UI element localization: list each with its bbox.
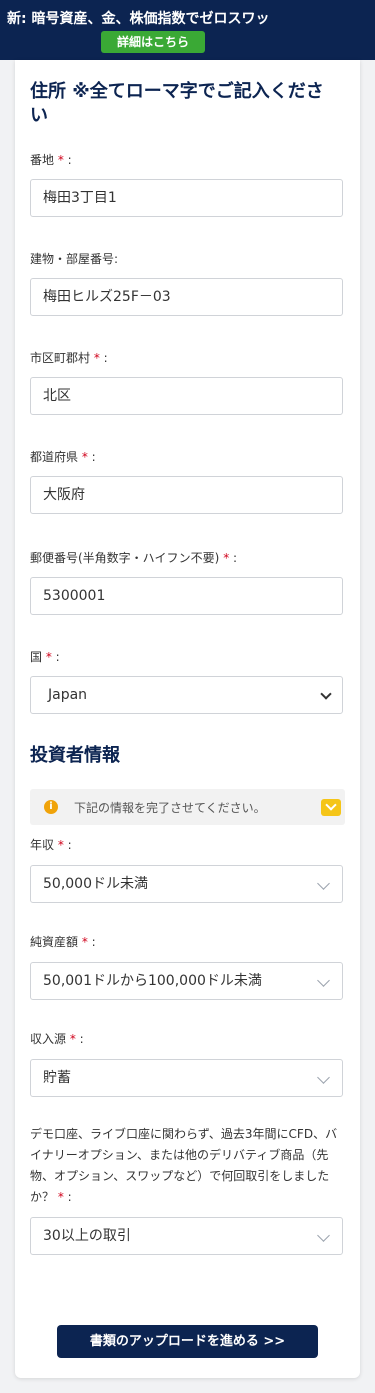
income-label-text: 年収 xyxy=(30,838,55,852)
income-select-value: 50,000ドル未満 xyxy=(43,876,148,892)
net-worth-select[interactable]: 50,001ドルから100,000ドル未満 xyxy=(30,962,343,1000)
form-card: 住所 ※全てローマ字でご記入ください 番地 * : 梅田3丁目1 建物・部屋番号… xyxy=(15,60,360,1378)
banner-text: 新: 暗号資産、金、株価指数でゼロスワッ xyxy=(7,8,375,28)
income-source-select-value: 貯蓄 xyxy=(43,1070,71,1086)
label-suffix: : xyxy=(51,650,60,664)
chevron-down-icon xyxy=(317,877,330,890)
label-suffix: : xyxy=(229,551,238,565)
label-suffix: : xyxy=(99,351,108,365)
promo-banner: 新: 暗号資産、金、株価指数でゼロスワッ 詳細はこちら xyxy=(0,0,375,60)
label-suffix: : xyxy=(87,450,96,464)
trade-count-select-value: 30以上の取引 xyxy=(43,1228,131,1244)
chevron-down-icon xyxy=(317,1229,330,1242)
trade-count-question-text: デモ口座、ライブ口座に関わらず、過去3年間にCFD、バイナリーオプション、または… xyxy=(30,1127,338,1204)
country-label: 国 * : xyxy=(30,649,60,665)
country-select-value: Japan xyxy=(48,687,88,703)
city-label: 市区町郡村 * : xyxy=(30,350,108,366)
net-worth-label: 純資産額 * : xyxy=(30,934,96,950)
chevron-down-icon xyxy=(320,688,332,700)
income-label: 年収 * : xyxy=(30,837,72,853)
chevron-down-icon xyxy=(317,1071,330,1084)
prefecture-input[interactable]: 大阪府 xyxy=(30,476,343,514)
label-suffix: : xyxy=(63,153,72,167)
city-input[interactable]: 北区 xyxy=(30,377,343,415)
income-select[interactable]: 50,000ドル未満 xyxy=(30,865,343,903)
upload-documents-button[interactable]: 書類のアップロードを進める >> xyxy=(57,1325,318,1358)
label-suffix: : xyxy=(75,1032,84,1046)
postal-label-text: 郵便番号(半角数字・ハイフン不要) xyxy=(30,551,220,565)
street-input[interactable]: 梅田3丁目1 xyxy=(30,179,343,217)
details-button[interactable]: 詳細はこちら xyxy=(101,31,205,53)
investor-section-title: 投資者情報 xyxy=(30,745,120,766)
chevron-down-icon xyxy=(317,974,330,987)
country-label-text: 国 xyxy=(30,650,43,664)
banner-prefix: 新: xyxy=(7,11,27,27)
trade-count-select[interactable]: 30以上の取引 xyxy=(30,1217,343,1255)
postal-label: 郵便番号(半角数字・ハイフン不要) * : xyxy=(30,550,237,566)
income-source-label-text: 収入源 xyxy=(30,1032,67,1046)
income-source-label: 収入源 * : xyxy=(30,1031,84,1047)
info-icon: i xyxy=(44,800,58,814)
banner-message: 暗号資産、金、株価指数でゼロスワッ xyxy=(26,11,270,27)
label-suffix: : xyxy=(63,838,72,852)
country-select[interactable]: Japan xyxy=(30,676,343,714)
prefecture-label: 都道府県 * : xyxy=(30,449,96,465)
postal-input[interactable]: 5300001 xyxy=(30,577,343,615)
net-worth-label-text: 純資産額 xyxy=(30,935,79,949)
street-label: 番地 * : xyxy=(30,152,72,168)
prefecture-label-text: 都道府県 xyxy=(30,450,79,464)
address-section-title: 住所 ※全てローマ字でご記入ください xyxy=(30,81,324,126)
building-input[interactable]: 梅田ヒルズ25F－03 xyxy=(30,278,343,316)
building-label: 建物・部屋番号: xyxy=(30,252,119,266)
notice-box: i 下記の情報を完了させてください。 xyxy=(30,789,345,825)
net-worth-select-value: 50,001ドルから100,000ドル未満 xyxy=(43,973,262,989)
street-label-text: 番地 xyxy=(30,153,55,167)
city-label-text: 市区町郡村 xyxy=(30,351,91,365)
trade-count-question: デモ口座、ライブ口座に関わらず、過去3年間にCFD、バイナリーオプション、または… xyxy=(30,1124,348,1208)
notice-text: 下記の情報を完了させてください。 xyxy=(74,801,266,815)
expand-toggle-icon[interactable] xyxy=(321,799,341,816)
label-suffix: : xyxy=(87,935,96,949)
label-suffix: : xyxy=(63,1190,72,1204)
income-source-select[interactable]: 貯蓄 xyxy=(30,1059,343,1097)
